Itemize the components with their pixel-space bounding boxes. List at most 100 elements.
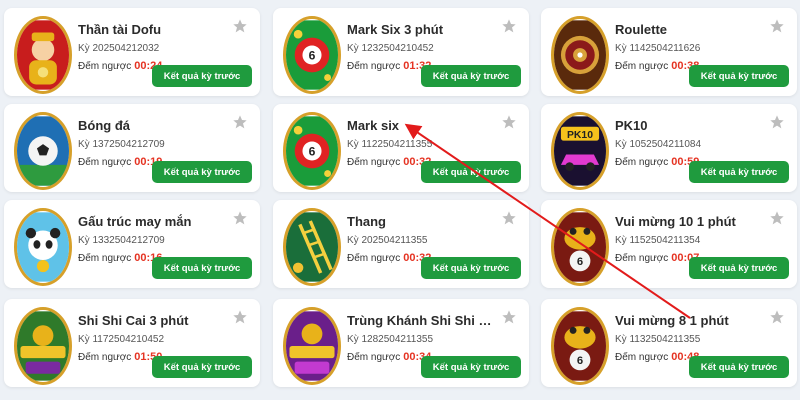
countdown-label: Đếm ngược [615, 352, 669, 363]
panda-icon[interactable] [14, 208, 72, 286]
countdown-label: Đếm ngược [347, 352, 401, 363]
period-number: Kỳ 1372504212709 [78, 139, 165, 150]
period-number: Kỳ 1122504211355 [347, 139, 433, 150]
previous-results-button[interactable]: Kết quả kỳ trước [421, 161, 521, 183]
ladder-icon[interactable] [283, 208, 341, 286]
countdown: Đếm ngược 00:24 [78, 60, 162, 72]
countdown: Đếm ngược 01:32 [347, 60, 431, 72]
game-card[interactable]: 6 Mark Six 3 phút Kỳ 1232504210452 Đếm ngượ… [273, 8, 529, 96]
countdown-label: Đếm ngược [347, 61, 401, 72]
favorite-star-icon[interactable] [769, 114, 785, 130]
game-title: Vui mừng 10 1 phút [615, 214, 736, 229]
previous-results-button[interactable]: Kết quả kỳ trước [689, 65, 789, 87]
previous-results-button[interactable]: Kết quả kỳ trước [689, 161, 789, 183]
favorite-star-icon[interactable] [501, 18, 517, 34]
frog-ball-icon[interactable]: 6 [551, 307, 609, 385]
period-number: Kỳ 1152504211354 [615, 235, 701, 246]
favorite-star-icon[interactable] [769, 309, 785, 325]
game-title: Mark six [347, 118, 400, 133]
countdown-label: Đếm ngược [615, 61, 669, 72]
game-card[interactable]: Bóng đá Kỳ 1372504212709 Đếm ngược 00:19 Kết… [4, 104, 260, 192]
lottery-ball-6-icon[interactable]: 6 [283, 112, 341, 190]
game-title: PK10 [615, 118, 648, 133]
svg-text:6: 6 [309, 144, 316, 158]
roulette-wheel-icon[interactable] [551, 16, 609, 94]
period-number: Kỳ 1332504212709 [78, 235, 165, 246]
period-number: Kỳ 1232504210452 [347, 43, 434, 54]
favorite-star-icon[interactable] [501, 210, 517, 226]
period-number: Kỳ 1132504211355 [615, 334, 701, 345]
shishicai-1min-icon[interactable] [283, 307, 341, 385]
countdown-label: Đếm ngược [615, 253, 669, 264]
previous-results-button[interactable]: Kết quả kỳ trước [152, 65, 252, 87]
countdown-label: Đếm ngược [78, 157, 132, 168]
period-number: Kỳ 1282504211355 [347, 334, 434, 345]
game-title: Mark Six 3 phút [347, 22, 444, 37]
frog-ball-icon[interactable]: 6 [551, 208, 609, 286]
countdown-label: Đếm ngược [347, 253, 401, 264]
favorite-star-icon[interactable] [232, 309, 248, 325]
previous-results-button[interactable]: Kết quả kỳ trước [152, 257, 252, 279]
countdown: Đếm ngược 00:59 [615, 156, 699, 168]
race-car-icon[interactable]: PK10 [551, 112, 609, 190]
game-card[interactable]: Shi Shi Cai 3 phút Kỳ 1172504210452 Đếm ng… [4, 299, 260, 387]
previous-results-button[interactable]: Kết quả kỳ trước [152, 161, 252, 183]
previous-results-button[interactable]: Kết quả kỳ trước [152, 356, 252, 378]
favorite-star-icon[interactable] [232, 114, 248, 130]
countdown: Đếm ngược 00:48 [615, 351, 699, 363]
previous-results-button[interactable]: Kết quả kỳ trước [689, 356, 789, 378]
fortune-god-icon[interactable] [14, 16, 72, 94]
soccer-ball-icon[interactable] [14, 112, 72, 190]
game-card[interactable]: Gấu trúc may mắn Kỳ 1332504212709 Đếm ngượ… [4, 200, 260, 288]
previous-results-button[interactable]: Kết quả kỳ trước [421, 356, 521, 378]
svg-text:6: 6 [577, 355, 583, 367]
previous-results-button[interactable]: Kết quả kỳ trước [689, 257, 789, 279]
countdown: Đếm ngược 00:16 [78, 252, 162, 264]
favorite-star-icon[interactable] [232, 18, 248, 34]
countdown: Đếm ngược 00:32 [347, 156, 431, 168]
game-title: Vui mừng 8 1 phút [615, 313, 729, 328]
countdown: Đếm ngược 00:38 [615, 60, 699, 72]
favorite-star-icon[interactable] [769, 210, 785, 226]
game-card[interactable]: Roulette Kỳ 1142504211626 Đếm ngược 00:38 Kế… [541, 8, 797, 96]
game-card[interactable]: Thần tài Dofu Kỳ 202504212032 Đếm ngược 00:… [4, 8, 260, 96]
period-number: Kỳ 202504212032 [78, 43, 160, 54]
game-card[interactable]: 6 Vui mừng 8 1 phút Kỳ 1132504211355 Đếm ng… [541, 299, 797, 387]
countdown: Đếm ngược 00:19 [78, 156, 162, 168]
countdown-label: Đếm ngược [347, 157, 401, 168]
game-title: Gấu trúc may mắn [78, 214, 192, 229]
svg-text:6: 6 [577, 256, 583, 268]
previous-results-button[interactable]: Kết quả kỳ trước [421, 257, 521, 279]
period-number: Kỳ 1142504211626 [615, 43, 701, 54]
game-title: Roulette [615, 22, 667, 37]
countdown-label: Đếm ngược [615, 157, 669, 168]
countdown-label: Đếm ngược [78, 352, 132, 363]
game-title: Thần tài Dofu [78, 22, 162, 37]
countdown: Đếm ngược 01:50 [78, 351, 162, 363]
game-title: Thang [347, 214, 386, 229]
favorite-star-icon[interactable] [232, 210, 248, 226]
period-number: Kỳ 1172504210452 [78, 334, 165, 345]
game-title: Bóng đá [78, 118, 130, 133]
countdown: Đếm ngược 00:07 [615, 252, 699, 264]
game-grid: Thần tài Dofu Kỳ 202504212032 Đếm ngược 00:… [0, 0, 800, 400]
game-card[interactable]: 6 Vui mừng 10 1 phút Kỳ 1152504211354 Đếm n… [541, 200, 797, 288]
svg-text:6: 6 [309, 48, 316, 62]
favorite-star-icon[interactable] [501, 114, 517, 130]
countdown: Đếm ngược 00:32 [347, 252, 431, 264]
countdown-label: Đếm ngược [78, 61, 132, 72]
shishicai-3min-icon[interactable] [14, 307, 72, 385]
previous-results-button[interactable]: Kết quả kỳ trước [421, 65, 521, 87]
favorite-star-icon[interactable] [769, 18, 785, 34]
game-card[interactable]: Thang Kỳ 202504211355 Đếm ngược 00:32 Kết qu… [273, 200, 529, 288]
period-number: Kỳ 1052504211084 [615, 139, 702, 150]
game-card[interactable]: Trùng Khánh Shi Shi Cai 1 ph... Kỳ 128250… [273, 299, 529, 387]
game-title: Trùng Khánh Shi Shi Cai 1 ph... [347, 313, 499, 328]
game-title: Shi Shi Cai 3 phút [78, 313, 189, 328]
lottery-ball-6-icon[interactable]: 6 [283, 16, 341, 94]
period-number: Kỳ 202504211355 [347, 235, 428, 246]
game-card[interactable]: 6 Mark six Kỳ 1122504211355 Đếm ngược 00:32 K… [273, 104, 529, 192]
favorite-star-icon[interactable] [501, 309, 517, 325]
svg-text:PK10: PK10 [567, 130, 593, 141]
game-card[interactable]: PK10 PK10 Kỳ 1052504211084 Đếm ngược 00:59 Kế… [541, 104, 797, 192]
